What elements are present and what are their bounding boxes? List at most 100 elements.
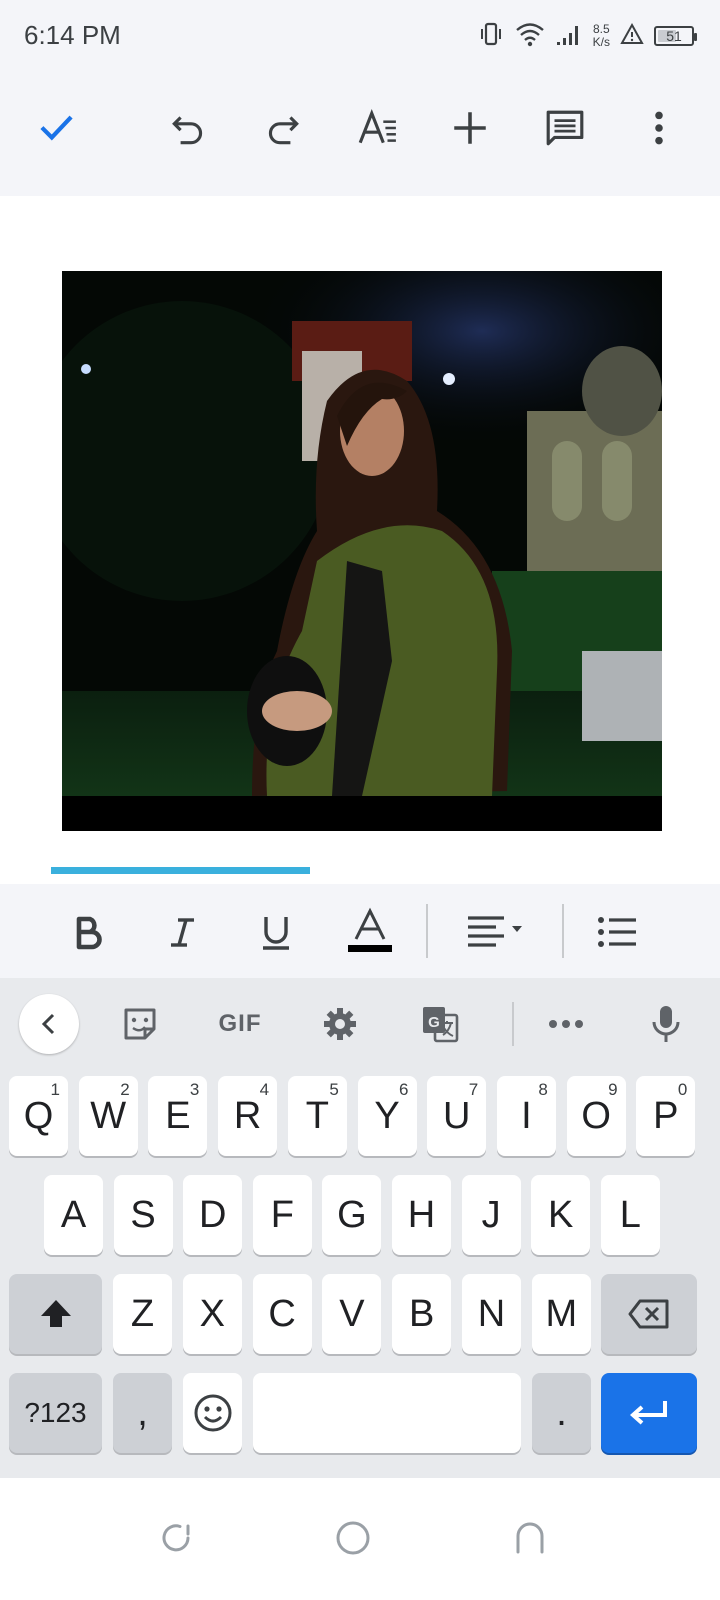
undo-icon[interactable] (161, 100, 217, 156)
editor-toolbar (0, 72, 720, 196)
key-label: I (521, 1094, 532, 1137)
symbols-key[interactable]: ?123 (9, 1373, 102, 1453)
key-l[interactable]: L (600, 1175, 660, 1255)
space-key[interactable] (253, 1373, 521, 1453)
net-speed-unit: K/s (592, 35, 610, 49)
italic-icon[interactable] (152, 902, 212, 962)
key-p[interactable]: P0 (636, 1076, 696, 1156)
progress-bar (51, 867, 310, 874)
key-m[interactable]: M (531, 1274, 591, 1354)
text-color-icon[interactable] (340, 902, 400, 962)
insert-icon[interactable] (442, 100, 498, 156)
key-label: O (581, 1094, 611, 1137)
emoji-key[interactable] (183, 1373, 242, 1453)
key-j[interactable]: J (461, 1175, 521, 1255)
back-nav-icon[interactable] (500, 1508, 560, 1568)
key-label: G (337, 1193, 367, 1236)
key-hint: 7 (468, 1080, 479, 1099)
key-hint: 9 (608, 1080, 618, 1099)
format-toolbar (0, 884, 720, 978)
sticker-icon[interactable] (110, 994, 170, 1054)
shift-key[interactable] (9, 1274, 102, 1354)
key-o[interactable]: O9 (566, 1076, 626, 1156)
keyboard-toolbar-separator (512, 1002, 514, 1046)
key-label: U (442, 1094, 471, 1137)
key-hint: 2 (120, 1080, 130, 1099)
format-separator (426, 904, 428, 958)
key-n[interactable]: N (462, 1274, 521, 1354)
status-time: 6:14 PM (24, 20, 121, 50)
screen: 6:14 PM 8.5 K/s 51 GIF G ?123 , . Q 1 W … (0, 0, 720, 1600)
text-format-icon[interactable] (349, 100, 405, 156)
key-x[interactable]: X (182, 1274, 242, 1354)
back-icon[interactable] (19, 994, 79, 1054)
bold-icon[interactable] (58, 902, 118, 962)
key-a[interactable]: A (44, 1175, 103, 1255)
key-d[interactable]: D (183, 1175, 243, 1255)
key-label: Y (374, 1094, 400, 1137)
comment-icon[interactable] (537, 100, 593, 156)
key-v[interactable]: V (322, 1274, 382, 1354)
alert-icon (620, 22, 644, 51)
key-label: J (481, 1193, 501, 1236)
translate-icon[interactable]: G (410, 994, 470, 1054)
key-label: W (90, 1094, 127, 1137)
check-icon[interactable] (28, 100, 84, 156)
period-key[interactable]: . (532, 1373, 591, 1453)
key-q[interactable]: Q1 (9, 1076, 68, 1156)
gif-icon[interactable]: GIF (208, 994, 272, 1054)
key-b[interactable]: B (392, 1274, 452, 1354)
document-canvas[interactable] (0, 196, 720, 884)
key-hint: 0 (677, 1080, 688, 1099)
key-label: F (270, 1193, 294, 1236)
svg-text:G: G (428, 1014, 440, 1031)
key-e[interactable]: E3 (148, 1076, 208, 1156)
inserted-photo[interactable] (62, 271, 662, 831)
key-u[interactable]: U7 (427, 1076, 487, 1156)
more-vertical-icon[interactable] (631, 100, 687, 156)
net-speed: 8.5 K/s (593, 23, 610, 49)
settings-icon[interactable] (310, 994, 370, 1054)
key-label: P (653, 1094, 679, 1137)
key-hint: 5 (329, 1080, 339, 1099)
key-k[interactable]: K (531, 1175, 591, 1255)
keyboard-toolbar: GIF G (0, 978, 720, 1070)
key-hint: 3 (189, 1080, 200, 1099)
period-key-label: . (556, 1391, 567, 1434)
key-label: Z (130, 1292, 155, 1335)
key-r[interactable]: R4 (218, 1076, 278, 1156)
signal-icon (555, 20, 583, 53)
mic-icon[interactable] (636, 994, 696, 1054)
key-label: R (233, 1094, 262, 1137)
key-t[interactable]: T5 (287, 1076, 347, 1156)
battery-icon: 51 (654, 26, 697, 46)
underline-icon[interactable] (246, 902, 306, 962)
enter-key[interactable] (601, 1373, 697, 1453)
home-icon[interactable] (323, 1508, 383, 1568)
backspace-key[interactable] (601, 1274, 697, 1354)
key-z[interactable]: Z (113, 1274, 172, 1354)
key-y[interactable]: Y6 (357, 1076, 417, 1156)
key-c[interactable]: C (252, 1274, 312, 1354)
symbols-key-label: ?123 (24, 1397, 87, 1428)
key-i[interactable]: I8 (496, 1076, 556, 1156)
key-g[interactable]: G (322, 1175, 382, 1255)
key-f[interactable]: F (252, 1175, 312, 1255)
redo-icon[interactable] (254, 100, 310, 156)
comma-key[interactable]: , (113, 1373, 172, 1453)
key-w[interactable]: W2 (78, 1076, 138, 1156)
key-h[interactable]: H (392, 1175, 451, 1255)
key-label: X (199, 1292, 225, 1335)
key-label: A (60, 1193, 87, 1236)
bulleted-list-icon[interactable] (588, 902, 648, 962)
key-label: N (477, 1292, 506, 1335)
key-hint: 8 (538, 1080, 548, 1099)
status-bar: 6:14 PM 8.5 K/s 51 (0, 0, 720, 72)
recents-icon[interactable] (146, 1508, 206, 1568)
gif-label: GIF (218, 1010, 262, 1037)
more-horizontal-icon[interactable] (536, 994, 596, 1054)
key-label: Q (23, 1094, 54, 1137)
vibrate-icon (477, 20, 505, 53)
align-icon[interactable] (464, 902, 534, 962)
key-s[interactable]: S (113, 1175, 173, 1255)
